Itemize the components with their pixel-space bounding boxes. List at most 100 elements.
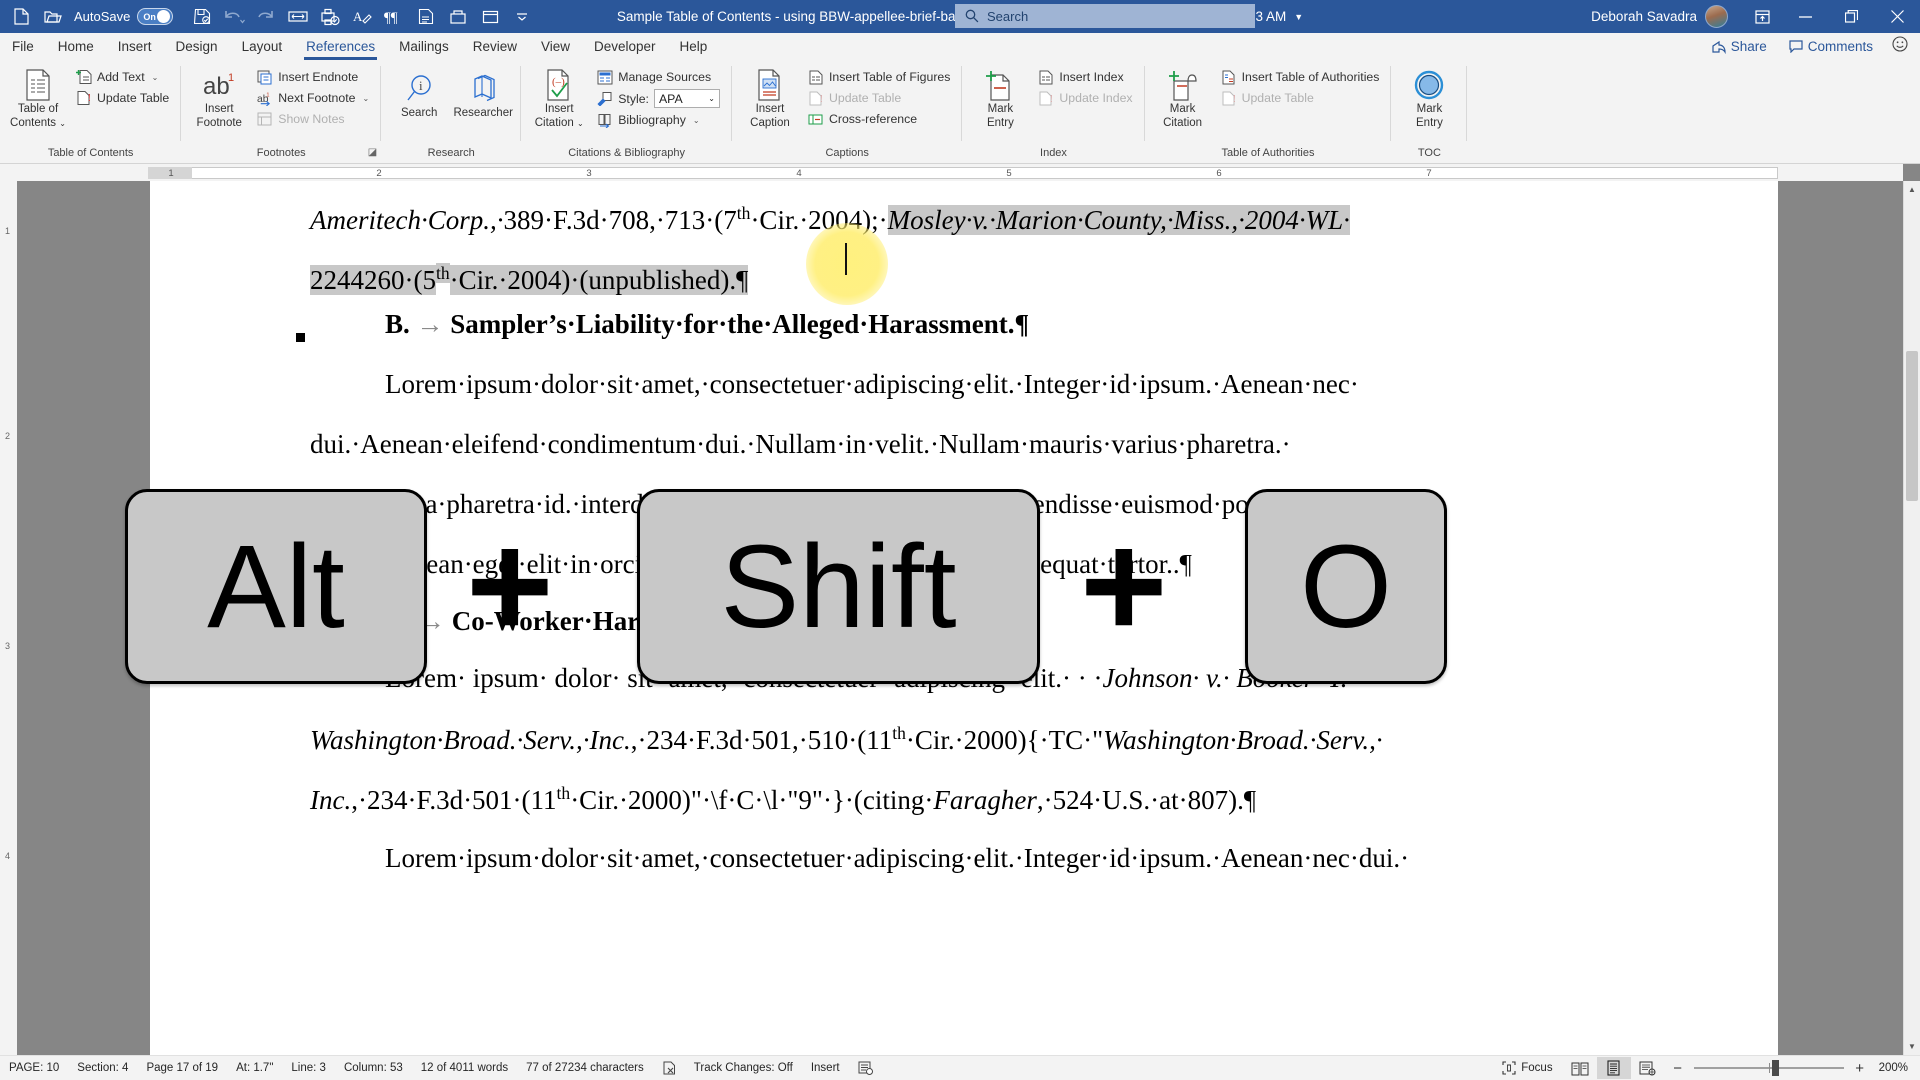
customize-qat-icon[interactable] [507, 3, 537, 31]
format-painter-icon[interactable]: A [347, 3, 377, 31]
tab-help[interactable]: Help [668, 33, 720, 60]
mark-entry-label-2: Entry [986, 117, 1014, 129]
tab-design[interactable]: Design [164, 33, 230, 60]
tab-references[interactable]: References [294, 33, 387, 60]
update-table-icon: ! [808, 90, 824, 106]
table-of-contents-button[interactable]: Table of Contents ⌄ [7, 65, 69, 130]
show-formatting-marks-icon[interactable]: ¶¶ [379, 3, 409, 31]
search-input[interactable]: Search [955, 4, 1255, 28]
close-button[interactable] [1874, 0, 1920, 33]
status-page-marker[interactable]: PAGE: 10 [0, 1056, 68, 1080]
title-chevron-down-icon[interactable]: ▼ [1292, 12, 1303, 22]
mark-citation-label-2: Citation [1163, 117, 1203, 129]
mark-citation-button[interactable]: Mark Citation [1152, 65, 1214, 130]
insert-table-of-authorities-button[interactable]: Insert Table of Authorities [1216, 67, 1385, 87]
mark-entry-button[interactable]: Mark Entry [969, 65, 1031, 130]
new-document-icon[interactable] [6, 3, 36, 31]
status-column[interactable]: Column: 53 [335, 1056, 412, 1080]
insert-endnote-button[interactable]: Insert Endnote [252, 67, 374, 87]
undo-icon[interactable] [219, 3, 249, 31]
doc-line-1-run-5: Mosley·v.·Marion·County,·Miss.,·2004·WL· [887, 205, 1350, 235]
status-track-changes[interactable]: Track Changes: Off [685, 1056, 802, 1080]
add-text-button[interactable]: Add Text ⌄ [71, 67, 174, 87]
tab-file[interactable]: File [0, 33, 46, 60]
status-at[interactable]: At: 1.7" [227, 1056, 282, 1080]
chevron-down-icon[interactable]: ⌄ [693, 116, 700, 125]
new-folder-icon[interactable] [475, 3, 505, 31]
scrollbar-thumb[interactable] [1906, 351, 1918, 501]
tab-view[interactable]: View [529, 33, 582, 60]
zoom-in-button[interactable]: + [1853, 1060, 1867, 1077]
status-insert-mode[interactable]: Insert [802, 1056, 849, 1080]
update-table-toc-button[interactable]: ! Update Table [71, 88, 174, 108]
ribbon-group-footnotes: ab 1 Insert Footnote Insert Endnote ab 1 N… [181, 60, 382, 163]
search-button[interactable]: i Search [388, 69, 450, 120]
status-characters[interactable]: 77 of 27234 characters [517, 1056, 653, 1080]
ribbon-display-options-button[interactable] [1742, 0, 1782, 33]
focus-mode-button[interactable]: Focus [1492, 1061, 1562, 1075]
restore-button[interactable] [1828, 0, 1874, 33]
status-page-count[interactable]: Page 17 of 19 [137, 1056, 227, 1080]
print-layout-view-button[interactable] [1596, 1057, 1631, 1079]
autosave-toggle[interactable]: On [137, 8, 174, 25]
record-macro-icon[interactable] [849, 1056, 882, 1080]
horizontal-ruler[interactable]: 1 2 3 4 5 6 7 [0, 164, 1903, 181]
read-mode-view-button[interactable] [1563, 1057, 1597, 1079]
tab-review[interactable]: Review [461, 33, 529, 60]
zoom-thumb[interactable] [1771, 1060, 1779, 1076]
tab-insert[interactable]: Insert [106, 33, 164, 60]
doc-line-2-run-1: 2244260·(5 [310, 265, 436, 295]
redo-icon[interactable] [251, 3, 281, 31]
chevron-down-icon[interactable]: ⌄ [363, 94, 370, 103]
tab-home[interactable]: Home [46, 33, 106, 60]
cross-reference-button[interactable]: Cross-reference [803, 109, 955, 129]
autosave-control[interactable]: AutoSave On [68, 3, 181, 31]
chevron-down-icon[interactable]: ⌄ [152, 73, 159, 82]
comments-button[interactable]: Comments [1780, 36, 1882, 57]
zoom-level-label[interactable]: 200% [1873, 1062, 1920, 1074]
zoom-slider[interactable]: − + [1665, 1060, 1873, 1077]
status-line[interactable]: Line: 3 [282, 1056, 335, 1080]
insert-citation-button[interactable]: (–) Insert Citation ⌄ [528, 65, 590, 130]
researcher-button[interactable]: Researcher [452, 69, 514, 120]
print-preview-icon[interactable] [315, 3, 345, 31]
chevron-down-icon[interactable]: ⌄ [59, 119, 66, 128]
scroll-up-icon[interactable]: ▲ [1904, 181, 1920, 198]
manage-sources-button[interactable]: Manage Sources [592, 67, 725, 87]
feedback-smiley-icon[interactable] [1886, 36, 1914, 57]
tab-mailings[interactable]: Mailings [387, 33, 461, 60]
page-width-icon[interactable] [283, 3, 313, 31]
mark-citation-icon [1168, 68, 1198, 102]
vertical-ruler[interactable]: 1 2 3 4 [0, 181, 17, 1055]
footnotes-dialog-launcher[interactable]: ◪ [368, 145, 377, 161]
insert-footnote-button[interactable]: ab 1 Insert Footnote [188, 65, 250, 130]
status-section[interactable]: Section: 4 [68, 1056, 137, 1080]
zoom-track[interactable] [1693, 1060, 1844, 1076]
scroll-down-icon[interactable]: ▼ [1904, 1038, 1920, 1055]
save-icon[interactable] [187, 3, 217, 31]
insert-table-of-figures-button[interactable]: Insert Table of Figures [803, 67, 955, 87]
avatar[interactable] [1705, 5, 1728, 28]
next-footnote-button[interactable]: ab 1 Next Footnote ⌄ [252, 88, 374, 108]
print-icon[interactable] [411, 3, 441, 31]
minimize-button[interactable] [1782, 0, 1828, 33]
proofing-errors-icon[interactable] [653, 1056, 685, 1080]
share-button[interactable]: Share [1703, 36, 1776, 57]
web-layout-view-button[interactable] [1631, 1057, 1665, 1079]
read-mode-icon [1571, 1062, 1589, 1075]
toc-mark-entry-button[interactable]: Mark Entry [1398, 65, 1460, 130]
zoom-out-button[interactable]: − [1671, 1060, 1685, 1077]
doc-line-10-run-2: ,·234·F.3d·501,·510·(11 [630, 725, 893, 755]
status-words[interactable]: 12 of 4011 words [412, 1056, 517, 1080]
insert-caption-button[interactable]: Insert Caption [739, 65, 801, 130]
chevron-down-icon[interactable]: ⌄ [577, 119, 584, 128]
open-recent-icon[interactable] [443, 3, 473, 31]
bibliography-button[interactable]: Bibliography ⌄ [592, 110, 725, 130]
ruler-track[interactable]: 1 2 3 4 5 6 7 [148, 167, 1778, 179]
open-folder-icon[interactable] [38, 3, 68, 31]
citation-style-select[interactable]: APA ⌄ [653, 89, 720, 108]
vertical-scrollbar[interactable]: ▲ ▼ [1903, 181, 1920, 1055]
insert-index-button[interactable]: Insert Index [1033, 67, 1137, 87]
tab-layout[interactable]: Layout [230, 33, 295, 60]
tab-developer[interactable]: Developer [582, 33, 668, 60]
